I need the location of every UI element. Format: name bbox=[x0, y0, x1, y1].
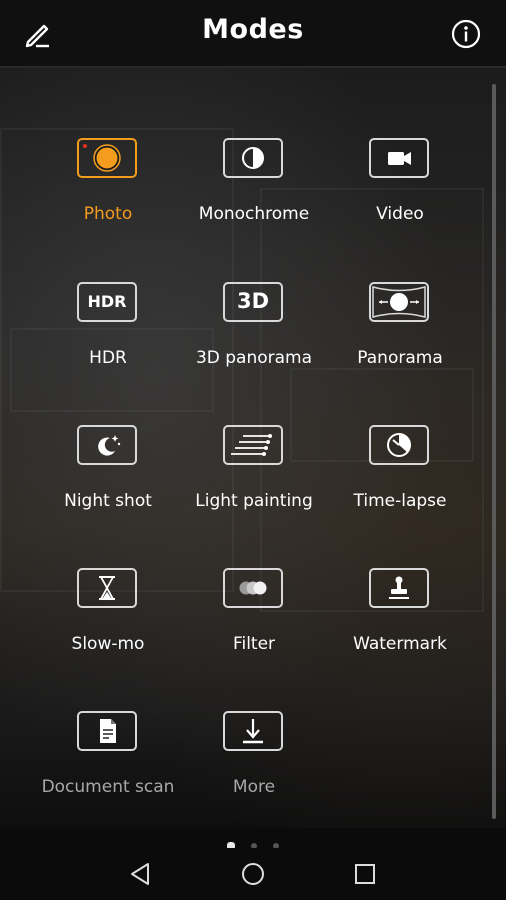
home-circle-icon[interactable] bbox=[239, 860, 267, 888]
hourglass-icon bbox=[77, 568, 137, 608]
mode-filter[interactable]: Filter bbox=[181, 568, 327, 668]
panorama-icon bbox=[369, 282, 429, 322]
mode-label: More bbox=[232, 777, 276, 797]
mode-document-scan[interactable]: Document scan bbox=[35, 711, 181, 811]
mode-night-shot[interactable]: Night shot bbox=[35, 425, 181, 525]
filter-circles-icon bbox=[223, 568, 283, 608]
mode-label: Night shot bbox=[64, 491, 152, 511]
mode-watermark[interactable]: Watermark bbox=[327, 568, 473, 668]
night-moon-icon bbox=[77, 425, 137, 465]
mode-hdr[interactable]: HDR HDR bbox=[35, 282, 181, 382]
mode-label: Filter bbox=[232, 634, 276, 654]
mode-panorama[interactable]: Panorama bbox=[327, 282, 473, 382]
mode-label: Panorama bbox=[357, 348, 443, 368]
mode-light-painting[interactable]: Light painting bbox=[181, 425, 327, 525]
mode-video[interactable]: Video bbox=[327, 138, 473, 238]
mode-more[interactable]: More bbox=[181, 711, 327, 811]
mode-label: HDR bbox=[89, 348, 127, 368]
mode-label: 3D panorama bbox=[195, 348, 313, 368]
recents-square-icon[interactable] bbox=[351, 860, 379, 888]
stamp-icon bbox=[369, 568, 429, 608]
3d-panorama-icon: 3D bbox=[223, 282, 283, 322]
mode-time-lapse[interactable]: Time-lapse bbox=[327, 425, 473, 525]
mode-label: Document scan bbox=[41, 777, 175, 797]
modes-grid: Photo Monochrome Video HDR HDR 3D 3D pan… bbox=[0, 0, 506, 900]
mode-label: Light painting bbox=[195, 491, 313, 511]
document-icon bbox=[77, 711, 137, 751]
photo-icon bbox=[77, 138, 137, 178]
time-lapse-icon bbox=[369, 425, 429, 465]
mode-slow-mo[interactable]: Slow-mo bbox=[35, 568, 181, 668]
mode-monochrome[interactable]: Monochrome bbox=[181, 138, 327, 238]
mode-label: Photo bbox=[83, 204, 133, 224]
mode-label: Video bbox=[376, 204, 424, 224]
download-icon bbox=[223, 711, 283, 751]
mode-label: Slow-mo bbox=[71, 634, 145, 654]
mode-photo[interactable]: Photo bbox=[35, 138, 181, 238]
mode-label: Time-lapse bbox=[353, 491, 447, 511]
system-nav-bar bbox=[0, 848, 506, 900]
mode-label: Monochrome bbox=[198, 204, 310, 224]
mode-3d-panorama[interactable]: 3D 3D panorama bbox=[181, 282, 327, 382]
mode-label: Watermark bbox=[353, 634, 447, 654]
monochrome-icon bbox=[223, 138, 283, 178]
hdr-icon: HDR bbox=[77, 282, 137, 322]
light-painting-icon bbox=[223, 425, 283, 465]
back-triangle-icon[interactable] bbox=[127, 860, 155, 888]
video-camera-icon bbox=[369, 138, 429, 178]
